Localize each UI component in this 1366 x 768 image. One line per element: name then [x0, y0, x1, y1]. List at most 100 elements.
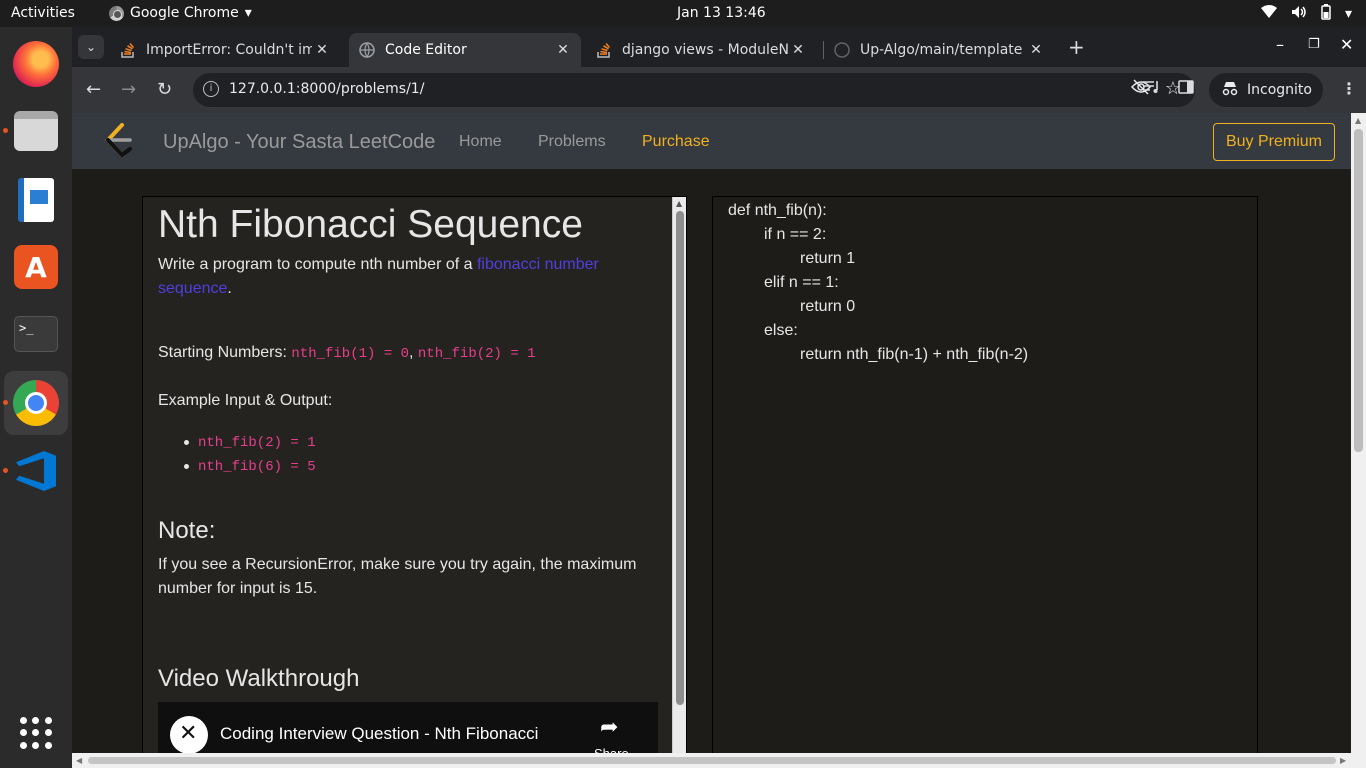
- code-line[interactable]: return nth_fib(n-1) + nth_fib(n-2): [800, 346, 1028, 364]
- address-bar[interactable]: i 127.0.0.1:8000/problems/1/ ☆: [193, 73, 1195, 107]
- code-editor[interactable]: def nth_fib(n): if n == 2: return 1 elif…: [712, 196, 1258, 768]
- grid-icon: [20, 717, 52, 749]
- back-button[interactable]: ←: [86, 79, 101, 100]
- page-viewport: UpAlgo - Your Sasta LeetCode Home Proble…: [72, 113, 1366, 768]
- scroll-up-arrow[interactable]: ▲: [676, 199, 682, 208]
- channel-avatar[interactable]: [170, 716, 208, 754]
- code-line[interactable]: def nth_fib(n):: [728, 202, 827, 220]
- wifi-icon: [1260, 5, 1277, 23]
- volume-icon: [1291, 5, 1307, 23]
- incognito-icon: [1221, 80, 1239, 100]
- app-menu[interactable]: Google Chrome ▾: [109, 5, 252, 21]
- tab-code-editor[interactable]: Code Editor ✕: [349, 33, 581, 67]
- writer-icon: [18, 178, 54, 222]
- tab-importerror[interactable]: ImportError: Couldn't im ✕: [110, 33, 340, 67]
- dock-files[interactable]: [4, 99, 68, 163]
- tab-up-algo-github[interactable]: Up-Algo/main/template ✕: [824, 33, 1054, 67]
- tab-strip: ⌄ ImportError: Couldn't im ✕ Code Editor…: [72, 27, 1366, 67]
- code-line[interactable]: elif n == 1:: [764, 274, 839, 292]
- activities-button[interactable]: Activities: [11, 5, 75, 21]
- site-navbar: UpAlgo - Your Sasta LeetCode Home Proble…: [72, 113, 1351, 169]
- chrome-icon: [13, 380, 59, 426]
- running-indicator: [3, 400, 8, 405]
- chrome-menu-button[interactable]: ⋮: [1341, 79, 1357, 98]
- firefox-icon: [13, 41, 59, 87]
- tab-title: Code Editor: [385, 42, 467, 58]
- dock-firefox[interactable]: [4, 32, 68, 96]
- stackoverflow-icon: [596, 42, 612, 58]
- starting-numbers: Starting Numbers: nth_fib(1) = 0, nth_fi…: [158, 344, 536, 362]
- close-tab-icon[interactable]: ✕: [312, 42, 332, 58]
- side-panel-icon[interactable]: [1178, 79, 1194, 99]
- dock-terminal[interactable]: >_: [4, 302, 68, 366]
- chrome-icon: [109, 5, 124, 21]
- scroll-up-arrow[interactable]: ▲: [1355, 116, 1361, 125]
- list-item: nth_fib(2) = 1: [178, 430, 316, 454]
- scrollbar-thumb[interactable]: [88, 757, 1336, 764]
- code-snippet: nth_fib(2) = 1: [417, 346, 536, 362]
- problem-panel: Nth Fibonacci Sequence Write a program t…: [142, 196, 687, 768]
- scrollbar-thumb[interactable]: [676, 211, 684, 705]
- code-line[interactable]: else:: [764, 322, 798, 340]
- note-text: If you see a RecursionError, make sure y…: [158, 556, 637, 597]
- system-top-bar: Activities Google Chrome ▾ Jan 13 13:46 …: [0, 0, 1366, 27]
- dock-chrome[interactable]: [4, 371, 68, 435]
- close-tab-icon[interactable]: ✕: [788, 42, 808, 58]
- example-label: Example Input & Output:: [158, 392, 333, 409]
- scroll-left-arrow[interactable]: ◀: [76, 756, 82, 765]
- problem-intro: Write a program to compute nth number of…: [158, 256, 599, 297]
- page-horizontal-scrollbar[interactable]: ◀ ▶: [72, 753, 1366, 768]
- maximize-button[interactable]: ❐: [1308, 37, 1320, 52]
- note-heading: Note:: [158, 517, 216, 544]
- problem-scrollbar[interactable]: ▲: [672, 197, 686, 767]
- buy-premium-button[interactable]: Buy Premium: [1213, 123, 1335, 161]
- incognito-badge[interactable]: Incognito: [1209, 73, 1323, 107]
- incognito-label: Incognito: [1247, 82, 1312, 98]
- video-title[interactable]: Coding Interview Question - Nth Fibonacc…: [220, 724, 538, 744]
- video-heading: Video Walkthrough: [158, 665, 360, 692]
- files-icon: [14, 111, 58, 151]
- code-snippet: nth_fib(1) = 0: [291, 346, 410, 362]
- media-controls-icon[interactable]: [1142, 79, 1160, 99]
- caret-down-icon: ▾: [244, 5, 252, 21]
- nav-problems[interactable]: Problems: [538, 133, 606, 151]
- code-line[interactable]: return 0: [800, 298, 855, 316]
- forward-button[interactable]: →: [121, 79, 136, 100]
- example-list: nth_fib(2) = 1 nth_fib(6) = 5: [178, 430, 316, 478]
- scroll-right-arrow[interactable]: ▶: [1340, 756, 1346, 765]
- show-apps-button[interactable]: [4, 701, 68, 765]
- upalgo-logo[interactable]: [100, 123, 136, 159]
- url-text[interactable]: 127.0.0.1:8000/problems/1/: [229, 81, 424, 97]
- tab-django-views[interactable]: django views - ModuleNo ✕: [586, 33, 816, 67]
- problem-title: Nth Fibonacci Sequence: [158, 203, 583, 246]
- share-icon[interactable]: ➦: [600, 714, 618, 740]
- minimize-button[interactable]: –: [1276, 35, 1284, 54]
- code-line[interactable]: return 1: [800, 250, 855, 268]
- dock-writer[interactable]: [4, 168, 68, 232]
- battery-icon: [1321, 4, 1331, 24]
- page-vertical-scrollbar[interactable]: ▲: [1351, 113, 1366, 753]
- new-tab-button[interactable]: +: [1068, 35, 1085, 59]
- site-info-icon[interactable]: i: [203, 81, 219, 97]
- github-icon: [834, 42, 850, 58]
- tab-title: django views - ModuleNo: [622, 42, 788, 58]
- system-tray[interactable]: ▾: [1260, 4, 1352, 24]
- tab-search-button[interactable]: ⌄: [78, 35, 104, 59]
- close-tab-icon[interactable]: ✕: [553, 42, 573, 58]
- dock-vscode[interactable]: [4, 439, 68, 503]
- site-brand[interactable]: UpAlgo - Your Sasta LeetCode: [163, 131, 435, 154]
- close-tab-icon[interactable]: ✕: [1026, 42, 1046, 58]
- dock-app-center[interactable]: A: [4, 235, 68, 299]
- clock[interactable]: Jan 13 13:46: [677, 5, 766, 21]
- nav-purchase[interactable]: Purchase: [642, 133, 710, 151]
- scrollbar-thumb[interactable]: [1354, 129, 1363, 452]
- tab-title: Up-Algo/main/template: [860, 42, 1023, 58]
- close-window-button[interactable]: ✕: [1340, 35, 1353, 54]
- globe-icon: [359, 42, 375, 59]
- terminal-icon: >_: [14, 316, 58, 352]
- code-line[interactable]: if n == 2:: [764, 226, 826, 244]
- nav-home[interactable]: Home: [459, 133, 502, 151]
- reload-button[interactable]: ↻: [157, 79, 172, 100]
- browser-toolbar: ← → ↻ i 127.0.0.1:8000/problems/1/ ☆ Inc…: [72, 67, 1366, 113]
- dock: A >_: [0, 27, 72, 768]
